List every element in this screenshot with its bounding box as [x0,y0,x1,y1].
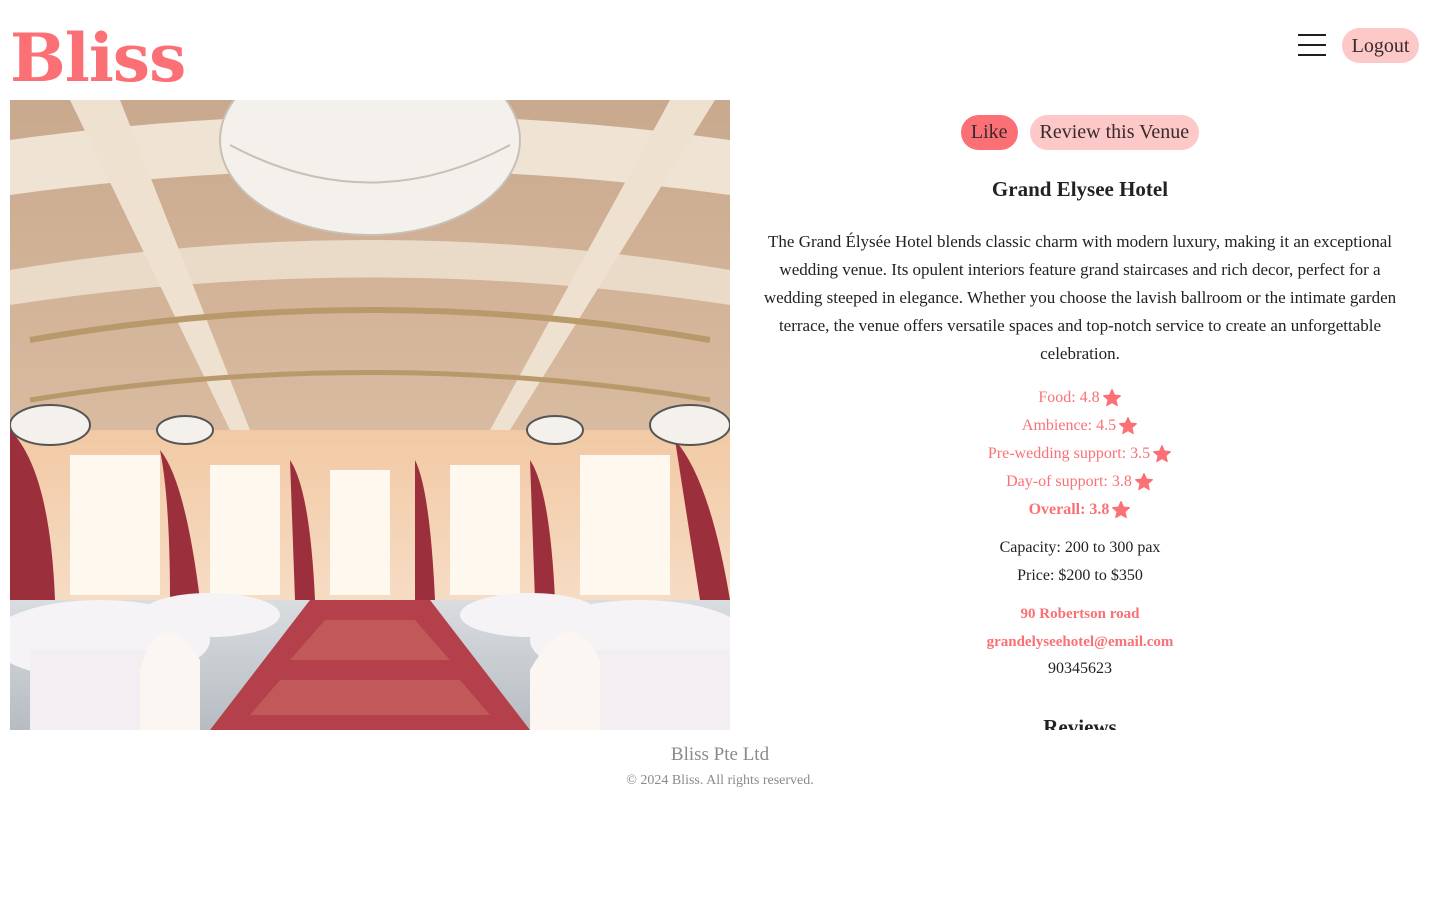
venue-actions: Like Review this Venue [750,115,1410,150]
venue-photo [10,100,730,730]
bliss-logo[interactable]: Bliss [10,18,186,98]
venue-info: Capacity: 200 to 300 pax Price: $200 to … [750,534,1410,590]
rating-label: Day-of support: 3.8 [1006,473,1132,490]
hamburger-menu-icon[interactable] [1298,33,1326,57]
star-icon [1134,473,1153,491]
footer-copyright: © 2024 Bliss. All rights reserved. [626,773,814,788]
rating-label: Pre-wedding support: 3.5 [987,445,1151,462]
like-button[interactable]: Like [960,115,1018,150]
price-text: Price: $200 to $350 [1017,567,1143,584]
star-icon [1119,417,1138,435]
ballroom-image [10,100,730,730]
site-header: Bliss Logout [0,0,1440,100]
rating-item: Day-of support: 3.8 [750,468,1410,496]
star-icon [1112,501,1131,519]
rating-label: Food: 4.8 [1038,389,1100,406]
address-link[interactable]: 90 Robertson road [750,600,1410,628]
venue-name: Grand Elysee Hotel [991,177,1169,201]
overall-rating: Overall: 3.8 [750,496,1410,524]
venue-contact: 90 Robertson road grandelyseehotel@email… [750,600,1410,682]
rating-item: Pre-wedding support: 3.5 [750,440,1410,468]
star-icon [1102,389,1121,407]
footer-company: Bliss Pte Ltd [670,744,770,765]
logout-button[interactable]: Logout [1342,28,1419,63]
rating-label: Ambience: 4.5 [1021,417,1117,434]
reviews-heading: Reviews [1043,715,1117,730]
email-link[interactable]: grandelyseehotel@email.com [750,628,1410,656]
rating-item: Food: 4.8 [750,384,1410,412]
venue-details-panel: Like Review this Venue Grand Elysee Hote… [750,100,1410,730]
ratings-list: Food: 4.8 Ambience: 4.5 Pre-wedding suppor… [750,384,1410,524]
capacity-text: Capacity: 200 to 300 pax [999,539,1161,556]
menu-bar [1298,54,1326,56]
site-footer: Bliss Pte Ltd © 2024 Bliss. All rights r… [0,730,1440,794]
star-icon [1153,445,1172,463]
venue-detail: Like Review this Venue Grand Elysee Hote… [0,100,1440,730]
rating-label: Overall: 3.8 [1028,501,1110,518]
venue-description: The Grand Élysée Hotel blends classic ch… [763,232,1397,363]
menu-bar [1298,44,1326,46]
review-venue-button[interactable]: Review this Venue [1029,115,1200,150]
phone-number: 90345623 [1048,660,1112,677]
menu-bar [1298,34,1326,36]
rating-item: Ambience: 4.5 [750,412,1410,440]
